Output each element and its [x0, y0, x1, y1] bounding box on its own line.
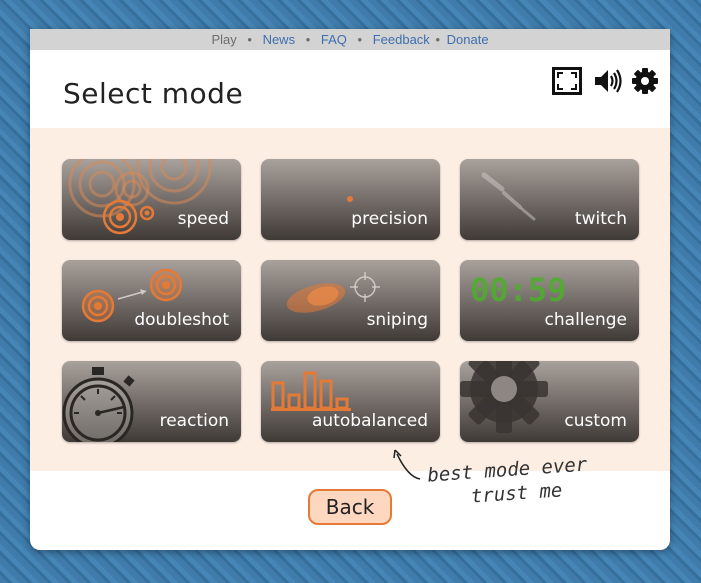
mode-tile-twitch[interactable]: twitch [460, 159, 639, 240]
mode-label: speed [177, 209, 229, 229]
page-title: Select mode [63, 77, 244, 110]
annotation-arrow [393, 449, 421, 480]
mode-label: twitch [574, 209, 627, 229]
nav-separator: • [247, 32, 252, 47]
sound-button[interactable] [593, 67, 625, 95]
game-window: Play • News • FAQ • Feedback • Donate Se… [30, 29, 670, 550]
mode-panel: speed precision twitch doubleshot snipin… [30, 128, 670, 471]
nav-news-link[interactable]: News [263, 32, 296, 47]
mode-tile-challenge[interactable]: 00:59 challenge [460, 260, 639, 341]
nav-feedback-link[interactable]: Feedback [373, 32, 430, 47]
mode-tile-speed[interactable]: speed [62, 159, 241, 240]
mode-label: custom [564, 411, 627, 431]
speaker-icon [595, 69, 622, 93]
mode-label: precision [351, 209, 428, 229]
top-nav: Play • News • FAQ • Feedback • Donate [30, 29, 670, 50]
mode-label: autobalanced [312, 411, 428, 431]
mode-label: doubleshot [134, 310, 229, 330]
mode-tile-doubleshot[interactable]: doubleshot [62, 260, 241, 341]
mode-tile-precision[interactable]: precision [261, 159, 440, 240]
back-button[interactable]: Back [308, 489, 392, 525]
nav-separator: • [305, 32, 311, 47]
gear-icon [632, 68, 658, 94]
mode-tile-custom[interactable]: custom [460, 361, 639, 442]
nav-faq-link[interactable]: FAQ [321, 32, 347, 47]
mode-tile-reaction[interactable]: reaction [62, 361, 241, 442]
fullscreen-button[interactable] [552, 67, 584, 95]
mode-tile-sniping[interactable]: sniping [261, 260, 440, 341]
nav-donate-link[interactable]: Donate [447, 32, 489, 47]
mode-label: challenge [544, 310, 627, 330]
fullscreen-icon [552, 67, 582, 95]
nav-separator: • [357, 32, 363, 47]
mode-label: reaction [159, 411, 229, 431]
mode-label: sniping [366, 310, 428, 330]
nav-play: Play [211, 32, 237, 47]
challenge-timer-text: 00:59 [470, 271, 566, 309]
settings-button[interactable] [630, 67, 662, 95]
nav-separator: • [435, 32, 440, 47]
mode-tile-autobalanced[interactable]: autobalanced [261, 361, 440, 442]
